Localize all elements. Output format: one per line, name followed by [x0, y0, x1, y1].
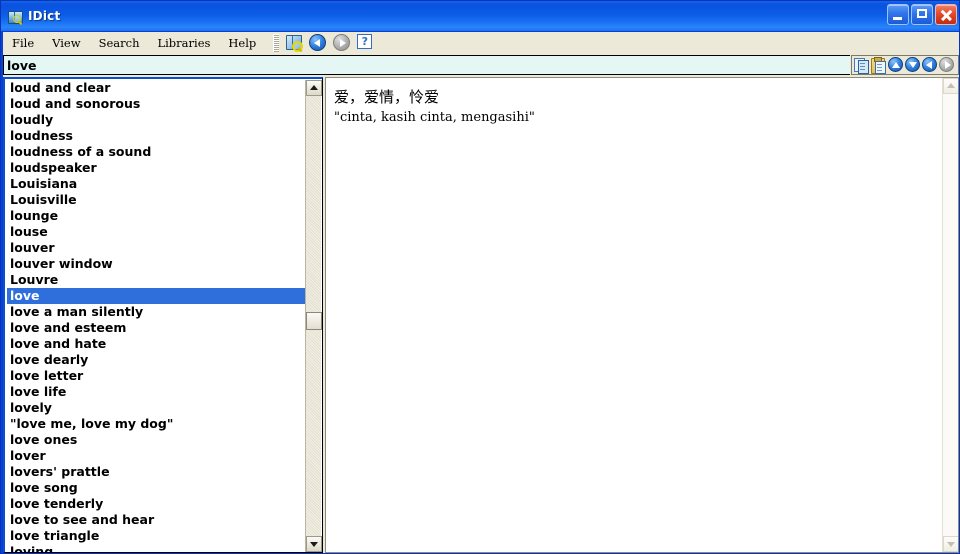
word-list-item[interactable]: love tenderly	[7, 496, 307, 512]
definition-indonesian: "cinta, kasih cinta, mengasihi"	[334, 110, 535, 125]
menu-item-file[interactable]: File	[3, 34, 43, 53]
word-list-item[interactable]: lovely	[7, 400, 307, 416]
menu-item-view[interactable]: View	[43, 34, 89, 53]
scrollbar-up-arrow-icon[interactable]	[306, 80, 322, 96]
menu-item-help[interactable]: Help	[219, 34, 265, 53]
word-list-item[interactable]: lover	[7, 448, 307, 464]
window-controls	[887, 4, 957, 25]
word-list-item[interactable]: loudness	[7, 128, 307, 144]
back-arrow-icon[interactable]	[309, 34, 327, 52]
window-title: IDict	[28, 9, 61, 23]
word-list-item[interactable]: loudspeaker	[7, 160, 307, 176]
search-bar	[3, 54, 959, 77]
menu-item-libraries[interactable]: Libraries	[148, 34, 219, 53]
definition-scrollbar[interactable]	[942, 78, 958, 552]
word-list-item[interactable]: love	[7, 288, 307, 304]
dictionary-book-icon	[7, 9, 23, 25]
word-list-item[interactable]: loud and sonorous	[7, 96, 307, 112]
word-list-item[interactable]: loving	[7, 544, 307, 552]
definition-content: 爱，爱情，怜爱 "cinta, kasih cinta, mengasihi"	[334, 86, 930, 127]
word-list-item[interactable]: Louisville	[7, 192, 307, 208]
word-list-item[interactable]: love dearly	[7, 352, 307, 368]
word-list-item[interactable]: love and esteem	[7, 320, 307, 336]
toolbar: ?	[285, 34, 375, 53]
word-list-item[interactable]: lounge	[7, 208, 307, 224]
word-list-item[interactable]: love a man silently	[7, 304, 307, 320]
word-list-item[interactable]: loudness of a sound	[7, 144, 307, 160]
paste-icon[interactable]	[871, 57, 887, 74]
main-area: loud and clear loud and sonorous loudly lou…	[3, 77, 959, 553]
word-list-item[interactable]: love song	[7, 480, 307, 496]
word-list-item[interactable]: "love me, love my dog"	[7, 416, 307, 432]
title-bar-left: IDict	[7, 1, 60, 31]
word-list-item[interactable]: love life	[7, 384, 307, 400]
forward-arrow-icon	[333, 34, 351, 52]
definition-scroll-up-icon[interactable]	[943, 78, 958, 94]
word-list[interactable]: loud and clear loud and sonorous loudly lou…	[7, 80, 307, 552]
word-list-item[interactable]: love and hate	[7, 336, 307, 352]
word-list-item[interactable]: loud and clear	[7, 80, 307, 96]
word-list-item[interactable]: love triangle	[7, 528, 307, 544]
word-list-item[interactable]: louver window	[7, 256, 307, 272]
word-list-item[interactable]: louse	[7, 224, 307, 240]
menu-bar: File View Search Libraries Help ?	[3, 32, 959, 54]
help-question-icon[interactable]: ?	[357, 34, 375, 52]
close-button[interactable]	[935, 4, 957, 25]
copy-icon[interactable]	[854, 57, 870, 74]
application-window: IDict File View Search Libraries Help ? …	[0, 0, 960, 554]
minimize-button[interactable]	[887, 4, 909, 25]
word-list-item[interactable]: love letter	[7, 368, 307, 384]
word-list-item[interactable]: louver	[7, 240, 307, 256]
definition-chinese: 爱，爱情，怜爱	[334, 88, 440, 106]
search-input[interactable]	[3, 55, 850, 75]
title-bar: IDict	[1, 1, 959, 31]
scroll-down-icon[interactable]	[905, 57, 921, 73]
maximize-button[interactable]	[911, 4, 933, 25]
word-list-pane: loud and clear loud and sonorous loudly lou…	[3, 77, 323, 553]
menu-item-search[interactable]: Search	[90, 34, 149, 53]
word-list-item[interactable]: lovers' prattle	[7, 464, 307, 480]
definition-scroll-down-icon[interactable]	[943, 536, 958, 552]
help-question-glyph: ?	[357, 34, 373, 49]
search-toolbar	[851, 55, 959, 75]
toolbar-grip	[273, 34, 280, 52]
word-list-item[interactable]: loudly	[7, 112, 307, 128]
previous-entry-icon[interactable]	[922, 57, 938, 73]
word-list-item[interactable]: love ones	[7, 432, 307, 448]
dictionary-lookup-icon[interactable]	[285, 34, 304, 53]
word-list-scrollbar[interactable]	[305, 80, 322, 552]
word-list-item[interactable]: Louisiana	[7, 176, 307, 192]
word-list-item[interactable]: love to see and hear	[7, 512, 307, 528]
next-entry-icon	[939, 57, 955, 73]
scrollbar-down-arrow-icon[interactable]	[306, 536, 322, 552]
definition-pane: 爱，爱情，怜爱 "cinta, kasih cinta, mengasihi"	[325, 77, 959, 553]
scrollbar-thumb[interactable]	[306, 312, 322, 330]
scroll-up-icon[interactable]	[888, 57, 904, 73]
word-list-item[interactable]: Louvre	[7, 272, 307, 288]
